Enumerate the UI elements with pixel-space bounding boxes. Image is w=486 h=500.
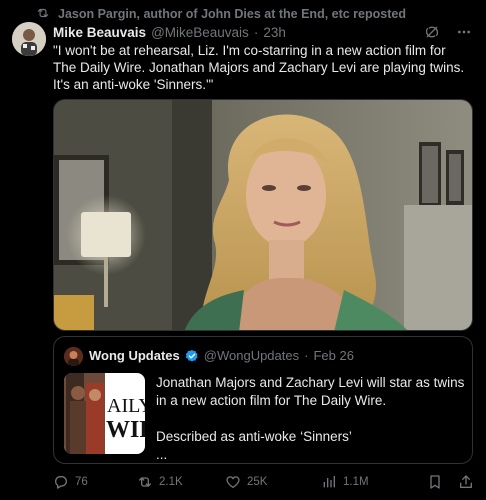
reply-count: 76 (75, 476, 88, 488)
avatar[interactable] (12, 22, 46, 56)
quoted-thumbnail: AILY WIR (64, 373, 145, 454)
repost-icon (36, 6, 50, 23)
quoted-text: Jonathan Majors and Zachary Levi will st… (156, 374, 468, 464)
quoted-separator: · (304, 348, 309, 363)
like-button[interactable]: 25K (225, 474, 267, 490)
verified-badge-icon (185, 349, 199, 363)
bookmark-icon (427, 474, 443, 490)
bookmark-button[interactable] (427, 474, 443, 490)
quoted-avatar[interactable] (64, 347, 83, 366)
repost-text: Jason Pargin, author of John Dies at the… (58, 7, 406, 21)
quoted-paragraph-1: Jonathan Majors and Zachary Levi will st… (156, 375, 465, 408)
repost-button[interactable]: 2.1K (137, 474, 183, 490)
reply-icon (53, 474, 69, 490)
separator: · (253, 24, 259, 40)
quoted-date[interactable]: Feb 26 (313, 348, 353, 363)
reply-button[interactable]: 76 (53, 474, 88, 490)
quoted-ellipsis: ... (156, 447, 168, 462)
views-button[interactable]: 1.1M (321, 474, 369, 490)
author-handle[interactable]: @MikeBeauvais (151, 25, 249, 40)
quoted-tweet[interactable]: Wong Updates @WongUpdates · Feb 26 AILY … (53, 336, 473, 464)
like-count: 25K (247, 476, 268, 488)
author-name[interactable]: Mike Beauvais (53, 25, 146, 40)
repost-action-icon (137, 474, 153, 490)
views-count: 1.1M (343, 476, 369, 488)
timestamp[interactable]: 23h (263, 25, 286, 40)
more-icon[interactable] (456, 24, 472, 40)
repost-context[interactable]: Jason Pargin, author of John Dies at the… (36, 6, 406, 22)
thumbnail-text-1: AILY (107, 395, 145, 417)
views-icon (321, 474, 337, 490)
quoted-handle[interactable]: @WongUpdates (204, 348, 299, 363)
quoted-author-name[interactable]: Wong Updates (89, 348, 180, 363)
share-icon (458, 474, 474, 490)
heart-icon (225, 474, 241, 490)
quoted-header: Wong Updates @WongUpdates · Feb 26 (89, 348, 354, 363)
tweet-text: "I won't be at rehearsal, Liz. I'm co-st… (53, 43, 465, 92)
grok-icon[interactable] (424, 24, 440, 40)
tweet-top-actions (424, 24, 472, 40)
share-button[interactable] (458, 474, 474, 490)
thumbnail-text-2: WIR (106, 417, 145, 443)
tweet-media-image[interactable] (53, 99, 473, 331)
repost-count: 2.1K (159, 476, 183, 488)
tweet-header: Mike Beauvais @MikeBeauvais · 23h (53, 24, 286, 40)
tweet-actions: 76 2.1K 25K 1.1M (53, 472, 478, 492)
quoted-paragraph-2: Described as anti-woke ‘Sinners’ (156, 429, 352, 444)
